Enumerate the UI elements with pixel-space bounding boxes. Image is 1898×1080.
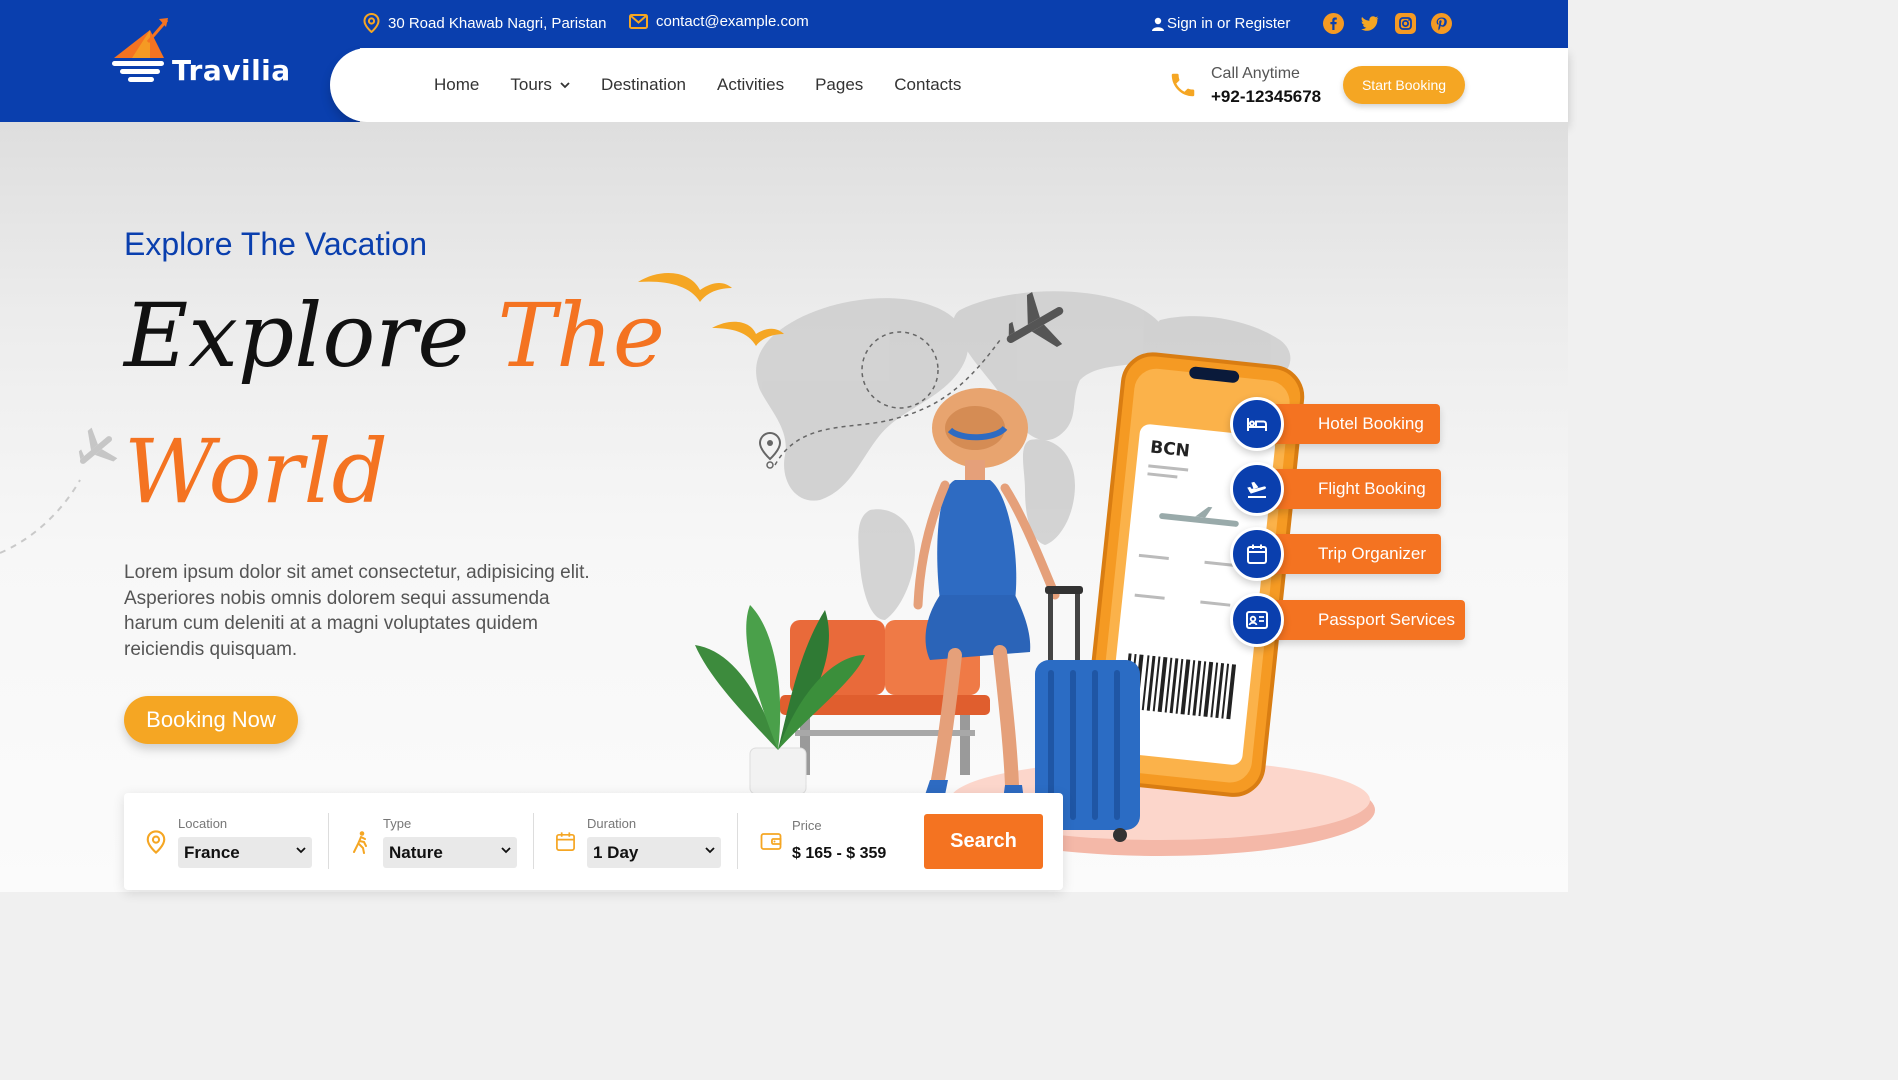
nav-item-pages[interactable]: Pages	[815, 75, 863, 95]
call-label: Call Anytime	[1211, 65, 1300, 82]
id-card-icon	[1230, 593, 1284, 647]
duration-field: Duration 1 Day	[555, 793, 745, 890]
location-pin-icon	[146, 830, 166, 854]
chevron-down-icon	[705, 847, 715, 854]
duration-label: Duration	[587, 816, 637, 831]
service-flight-booking[interactable]: Flight Booking	[1266, 469, 1441, 509]
signin-text[interactable]: Sign in or Register	[1167, 15, 1290, 32]
facebook-icon[interactable]	[1323, 13, 1344, 34]
price-label: Price	[792, 818, 822, 833]
price-range-value[interactable]: $ 165 - $ 359	[792, 845, 886, 863]
instagram-icon[interactable]	[1395, 13, 1416, 34]
nav-label: Home	[434, 75, 480, 94]
trip-search-form: Location France Type Nature Duration 1 D…	[124, 793, 1063, 890]
field-divider	[533, 813, 534, 869]
type-select[interactable]: Nature	[383, 837, 517, 868]
plane-trail-icon	[0, 427, 118, 554]
calendar-icon	[556, 832, 575, 851]
address-info: 30 Road Khawab Nagri, Paristan	[363, 13, 606, 33]
nav-item-activities[interactable]: Activities	[717, 75, 784, 95]
pinterest-icon[interactable]	[1431, 13, 1452, 34]
phone-number[interactable]: +92-12345678	[1211, 87, 1321, 107]
duration-value: 1 Day	[593, 842, 639, 862]
calendar-icon	[1230, 527, 1284, 581]
phone-icon	[1171, 73, 1195, 97]
nav-label: Contacts	[894, 75, 962, 94]
email-info[interactable]: contact@example.com	[629, 13, 809, 30]
brand-name[interactable]: Travilia	[172, 54, 291, 87]
nav-item-destination[interactable]: Destination	[601, 75, 686, 95]
service-passport-services[interactable]: Passport Services	[1266, 600, 1465, 640]
twitter-icon[interactable]	[1359, 13, 1380, 34]
duration-select[interactable]: 1 Day	[587, 837, 721, 868]
field-divider	[737, 813, 738, 869]
service-hotel-booking[interactable]: Hotel Booking	[1266, 404, 1440, 444]
address-text: 30 Road Khawab Nagri, Paristan	[388, 14, 607, 32]
location-pin-icon	[363, 13, 380, 33]
social-links	[1323, 13, 1452, 34]
type-label: Type	[383, 816, 412, 831]
service-label: Trip Organizer	[1318, 544, 1427, 563]
nav-label: Tours	[510, 75, 552, 94]
price-field: Price $ 165 - $ 359	[760, 793, 910, 890]
start-booking-button[interactable]: Start Booking	[1343, 66, 1465, 104]
bed-icon	[1230, 397, 1284, 451]
field-divider	[328, 813, 329, 869]
headline-word: Explore	[124, 284, 470, 387]
location-field: Location France	[146, 793, 336, 890]
signin-link[interactable]: Sign in or Register	[1152, 15, 1290, 32]
booking-now-button[interactable]: Booking Now	[124, 696, 298, 744]
location-select[interactable]: France	[178, 837, 312, 868]
location-label: Location	[178, 816, 228, 831]
hero-headline-line2: World	[124, 420, 388, 523]
hiking-icon	[353, 831, 367, 854]
main-nav: Home Tours Destination Activities Pages …	[434, 75, 992, 95]
type-value: Nature	[389, 842, 443, 862]
nav-item-tours[interactable]: Tours	[510, 75, 570, 95]
hero-description: Lorem ipsum dolor sit amet consectetur, …	[124, 562, 590, 660]
mail-icon	[629, 14, 648, 29]
nav-item-contacts[interactable]: Contacts	[894, 75, 961, 95]
chevron-down-icon	[560, 81, 570, 88]
service-trip-organizer[interactable]: Trip Organizer	[1266, 534, 1441, 574]
ticket-code-text: BCN	[1149, 438, 1191, 462]
service-label: Flight Booking	[1318, 479, 1426, 498]
hero-headline: Explore The	[124, 284, 665, 387]
chevron-down-icon	[501, 847, 511, 854]
location-value: France	[184, 842, 240, 862]
nav-item-home[interactable]: Home	[434, 75, 479, 95]
service-label: Passport Services	[1318, 610, 1455, 629]
nav-label: Activities	[717, 75, 785, 94]
nav-label: Destination	[600, 75, 686, 94]
user-icon	[1152, 17, 1164, 31]
type-field: Type Nature	[351, 793, 541, 890]
email-text[interactable]: contact@example.com	[656, 13, 809, 30]
chevron-down-icon	[296, 847, 306, 854]
hero-kicker: Explore The Vacation	[124, 226, 427, 262]
service-label: Hotel Booking	[1318, 414, 1424, 433]
wallet-icon	[760, 833, 782, 850]
plane-icon	[1230, 462, 1284, 516]
search-button[interactable]: Search	[924, 814, 1043, 869]
nav-label: Pages	[815, 75, 864, 94]
